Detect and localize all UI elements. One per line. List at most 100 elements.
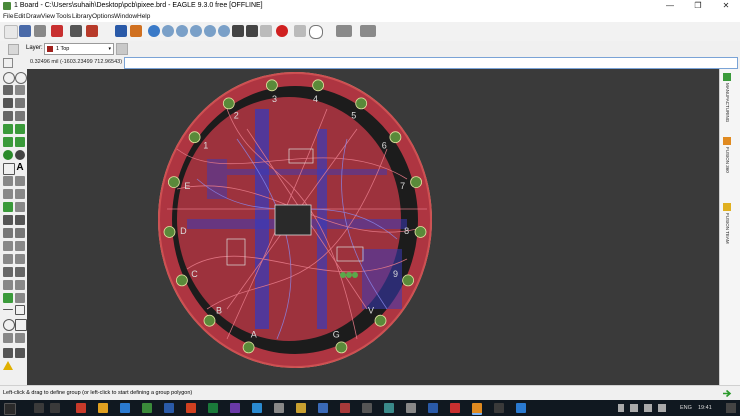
schematic-icon[interactable] xyxy=(70,25,82,37)
layer-settings-icon[interactable] xyxy=(116,43,128,55)
menu-library[interactable]: Library xyxy=(72,12,92,22)
save-icon[interactable] xyxy=(19,25,31,37)
menu-edit[interactable]: Edit xyxy=(14,12,25,22)
error-icon[interactable] xyxy=(3,361,13,370)
taskbar-app-3-icon[interactable] xyxy=(296,403,306,413)
value-icon[interactable] xyxy=(15,241,25,251)
taskbar-app-1-icon[interactable] xyxy=(76,403,86,413)
split-icon[interactable] xyxy=(15,202,25,212)
mirror-icon[interactable] xyxy=(15,111,25,121)
rectangle-icon[interactable] xyxy=(15,319,27,331)
route-icon[interactable] xyxy=(3,124,13,134)
dimension-icon[interactable] xyxy=(3,333,13,343)
go-icon[interactable] xyxy=(294,25,306,37)
print-icon[interactable] xyxy=(34,25,46,37)
windows-start-icon[interactable] xyxy=(4,403,16,415)
menu-file[interactable]: File xyxy=(3,12,13,22)
arc-icon[interactable] xyxy=(3,189,13,199)
file-explorer-icon[interactable] xyxy=(98,403,108,413)
taskbar-app-9-icon[interactable] xyxy=(428,403,438,413)
taskbar-app-8-icon[interactable] xyxy=(406,403,416,413)
slice-icon[interactable] xyxy=(3,293,13,303)
help-icon[interactable] xyxy=(309,25,323,39)
group-icon[interactable] xyxy=(3,202,13,212)
tab-fusion-360[interactable]: FUSION 360 xyxy=(723,137,737,187)
edge-icon[interactable] xyxy=(120,403,130,413)
language-indicator[interactable]: ENG xyxy=(680,403,692,413)
delete-icon[interactable] xyxy=(15,215,25,225)
paste-icon[interactable] xyxy=(3,215,13,225)
route-multi-icon[interactable] xyxy=(15,124,25,134)
design-link-icon[interactable] xyxy=(336,25,352,37)
sch-icon[interactable] xyxy=(115,25,127,37)
redraw-icon[interactable] xyxy=(218,25,230,37)
layer-select[interactable]: 1 Top ▾ xyxy=(44,43,114,55)
maximize-button[interactable]: ❐ xyxy=(684,0,712,12)
powerpoint-icon[interactable] xyxy=(186,403,196,413)
name-icon[interactable] xyxy=(3,241,13,251)
zoom-out-icon[interactable] xyxy=(176,25,188,37)
drc-icon[interactable] xyxy=(15,348,25,358)
grid-icon[interactable] xyxy=(8,44,19,55)
taskbar-app-4-icon[interactable] xyxy=(318,403,328,413)
replace-icon[interactable] xyxy=(15,228,25,238)
tray-chevron-icon[interactable] xyxy=(618,404,624,412)
ulp-icon[interactable] xyxy=(360,25,376,37)
measure-icon[interactable] xyxy=(15,267,25,277)
info-icon[interactable] xyxy=(3,72,15,84)
notifications-icon[interactable] xyxy=(726,403,736,413)
stop-icon[interactable] xyxy=(276,25,288,37)
polygon-icon[interactable] xyxy=(3,163,15,175)
word-icon[interactable] xyxy=(164,403,174,413)
ripup-icon[interactable] xyxy=(3,137,13,147)
redo-icon[interactable] xyxy=(260,25,272,37)
copy-icon[interactable] xyxy=(15,98,25,108)
volume-icon[interactable] xyxy=(644,404,652,412)
display-icon[interactable] xyxy=(3,85,13,95)
menu-options[interactable]: Options xyxy=(92,12,114,22)
change-icon[interactable] xyxy=(15,254,25,264)
taskbar-app-11-icon[interactable] xyxy=(494,403,504,413)
rect-icon[interactable] xyxy=(15,305,25,315)
battery-icon[interactable] xyxy=(658,404,666,412)
tab-manufacturing[interactable]: MANUFACTURING xyxy=(723,73,737,133)
tab-fusion-team[interactable]: FUSION TEAM xyxy=(723,203,737,253)
erc-icon[interactable] xyxy=(3,348,13,358)
wire-icon[interactable] xyxy=(3,176,13,186)
taskbar-app-6-icon[interactable] xyxy=(362,403,372,413)
ratsnest-icon[interactable] xyxy=(15,293,25,303)
line-icon[interactable] xyxy=(15,176,25,186)
outlook-icon[interactable] xyxy=(252,403,262,413)
menu-help[interactable]: Help xyxy=(137,12,150,22)
menu-draw[interactable]: Draw xyxy=(26,12,41,22)
move-icon[interactable] xyxy=(3,98,13,108)
autorouter-icon[interactable] xyxy=(15,137,25,147)
show-icon[interactable] xyxy=(15,72,27,84)
expand-icon[interactable] xyxy=(3,58,13,68)
network-icon[interactable] xyxy=(630,404,638,412)
menu-tools[interactable]: Tools xyxy=(56,12,71,22)
mark-icon[interactable] xyxy=(15,85,25,95)
onenote-icon[interactable] xyxy=(230,403,240,413)
board-icon[interactable] xyxy=(86,25,98,37)
taskbar-app-10-icon[interactable] xyxy=(450,403,460,413)
command-icon[interactable] xyxy=(232,25,244,37)
close-button[interactable]: ✕ xyxy=(712,0,740,12)
brd-icon[interactable] xyxy=(130,25,142,37)
smash-icon[interactable] xyxy=(3,254,13,264)
menu-view[interactable]: View xyxy=(41,12,55,22)
chrome-icon[interactable] xyxy=(142,403,152,413)
undo-icon[interactable] xyxy=(246,25,258,37)
zoom-select-icon[interactable] xyxy=(190,25,202,37)
rotate-icon[interactable] xyxy=(3,111,13,121)
menu-window[interactable]: Window xyxy=(114,12,137,22)
taskbar-app-12-icon[interactable] xyxy=(516,403,526,413)
task-view-icon[interactable] xyxy=(50,403,60,413)
line-draw-icon[interactable] xyxy=(3,309,13,310)
board-canvas[interactable]: A B C D E 1 2 3 4 5 6 7 8 9 V G xyxy=(27,69,719,385)
minimize-button[interactable]: — xyxy=(656,0,684,12)
text-icon[interactable]: A xyxy=(15,162,25,173)
open-icon[interactable] xyxy=(4,25,18,39)
command-input[interactable] xyxy=(124,57,738,69)
eagle-taskbar-icon[interactable] xyxy=(472,403,482,415)
